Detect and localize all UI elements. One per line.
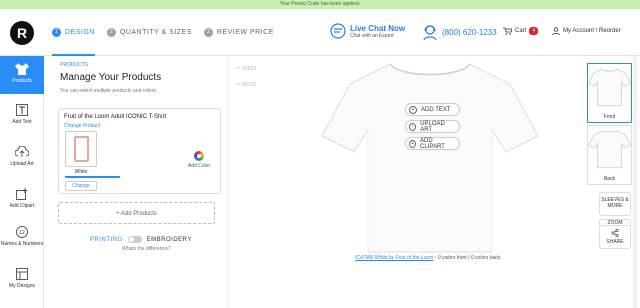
- undo-label: UNDO: [241, 66, 257, 72]
- products-panel: PRODUCTS Manage Your Products You can se…: [52, 56, 228, 308]
- share-button[interactable]: SHARE: [599, 225, 631, 249]
- whats-difference-link[interactable]: Whats the difference?: [122, 246, 171, 252]
- text-icon: [16, 104, 28, 116]
- chat-icon: [330, 23, 346, 39]
- upload-icon: ↑: [409, 122, 417, 131]
- phone-number: (800) 620-1233: [442, 27, 497, 37]
- upload-icon: [15, 146, 29, 157]
- add-color-label: Add Color: [187, 163, 211, 169]
- cart-link[interactable]: Cart 4: [503, 27, 539, 35]
- thumb-label: Back: [603, 176, 616, 182]
- thumb-label: Front: [603, 114, 616, 120]
- panel-title: Manage Your Products: [60, 72, 162, 83]
- tshirt-front-icon: [587, 68, 632, 107]
- step-label: QUANTITY & SIZES: [119, 29, 192, 36]
- live-chat-link[interactable]: Live Chat Now Chat with an Expert: [330, 23, 405, 39]
- product-caption: IC47MR White by Fruit of the Loom - 0 co…: [355, 255, 500, 261]
- step-number: 1: [52, 28, 61, 37]
- left-nav: Products Add Text Upload Art Add Clipart…: [0, 56, 44, 308]
- nav-label: Add Clipart: [9, 203, 35, 209]
- redo-label: REDO: [241, 82, 257, 88]
- promo-banner: Your Promo Code has been applied.: [0, 0, 640, 9]
- thumb-front[interactable]: Front: [587, 63, 632, 123]
- add-clipart-label: ADD CLIPART: [420, 137, 445, 150]
- tshirt-icon: [15, 63, 29, 75]
- color-label: White: [74, 169, 88, 175]
- nav-label: Names & Numbers: [0, 241, 44, 247]
- printing-label[interactable]: PRINTING: [90, 237, 123, 243]
- printing-embroidery-switch[interactable]: [127, 236, 142, 243]
- chat-subtitle: Chat with an Expert: [350, 32, 394, 39]
- nav-names-numbers[interactable]: 12 Names & Numbers: [0, 226, 44, 247]
- add-products-button[interactable]: + Add Products: [58, 202, 215, 224]
- nav-label: Add Text: [12, 119, 32, 125]
- header: R 1 DESIGN 2 QUANTITY & SIZES 3 REVIEW P…: [0, 9, 640, 56]
- step-review-price[interactable]: 3 REVIEW PRICE: [203, 9, 274, 56]
- product-name: Fruit of the Loom Adult ICONIC T-Shirt: [64, 114, 167, 120]
- nav-my-designs[interactable]: My Designs: [0, 268, 44, 289]
- step-number: 3: [203, 28, 213, 37]
- upload-art-label: UPLOAD ART: [420, 120, 445, 133]
- tshirt-back-icon: [587, 130, 632, 169]
- product-card: Fruit of the Loom Adult ICONIC T-Shirt C…: [58, 108, 221, 194]
- headset-icon: [423, 25, 437, 41]
- user-icon: [552, 27, 560, 35]
- designs-icon: [16, 268, 28, 280]
- logo[interactable]: R: [10, 21, 34, 45]
- add-text-label: ADD TEXT: [421, 106, 451, 113]
- thumb-back[interactable]: Back: [587, 125, 632, 185]
- change-color-button[interactable]: Change: [65, 181, 97, 191]
- cart-label: Cart: [515, 28, 527, 34]
- tshirt-preview[interactable]: [320, 56, 540, 256]
- add-clipart-button[interactable]: + ADD CLIPART: [405, 137, 460, 150]
- nav-label: Products: [12, 78, 32, 84]
- redo-button[interactable]: ↷ REDO: [236, 82, 256, 88]
- nav-upload-art[interactable]: Upload Art: [0, 146, 44, 167]
- scrollbar[interactable]: [633, 56, 637, 308]
- share-label: SHARE: [606, 239, 624, 245]
- step-label: REVIEW PRICE: [216, 29, 274, 36]
- numbers-icon: 12: [16, 226, 28, 238]
- decoration-toggle: PRINTING EMBROIDERY: [90, 236, 192, 243]
- add-color-button[interactable]: Add Color: [185, 151, 213, 169]
- phone-link[interactable]: (800) 620-1233: [422, 23, 497, 41]
- color-swatch-white[interactable]: [65, 131, 97, 167]
- panel-subtitle: You can select multiple products and col…: [60, 88, 158, 94]
- undo-button[interactable]: ↶ UNDO: [236, 66, 256, 72]
- panel-tag: PRODUCTS: [60, 62, 89, 68]
- clipart-icon: [16, 188, 28, 200]
- plus-icon: +: [409, 105, 417, 114]
- color-wheel-icon: [194, 151, 204, 161]
- step-number: 2: [106, 28, 116, 37]
- step-quantity-sizes[interactable]: 2 QUANTITY & SIZES: [106, 9, 192, 56]
- svg-text:12: 12: [19, 230, 25, 236]
- nav-add-clipart[interactable]: Add Clipart: [0, 188, 44, 209]
- color-count: - 0 colors front / 0 colors back: [433, 255, 501, 261]
- nav-label: My Designs: [8, 283, 36, 289]
- undo-redo: ↶ UNDO ↷ REDO: [236, 66, 256, 98]
- upload-art-button[interactable]: ↑ UPLOAD ART: [405, 120, 460, 133]
- embroidery-label[interactable]: EMBROIDERY: [147, 237, 192, 243]
- product-link[interactable]: IC47MR White by Fruit of the Loom: [355, 255, 433, 261]
- nav-add-text[interactable]: Add Text: [0, 104, 44, 125]
- clipart-icon: +: [409, 139, 417, 148]
- account-link[interactable]: My Account / Reorder: [552, 27, 621, 35]
- cart-count-badge: 4: [529, 27, 539, 35]
- chat-title: Live Chat Now: [350, 23, 406, 33]
- step-label: DESIGN: [65, 29, 95, 36]
- step-design[interactable]: 1 DESIGN: [52, 9, 95, 56]
- sleeves-more-button[interactable]: SLEEVES & MORE: [599, 192, 631, 216]
- add-text-button[interactable]: + ADD TEXT: [405, 103, 460, 116]
- nav-products[interactable]: Products: [0, 56, 44, 94]
- view-thumbnails: Front Back: [587, 63, 632, 187]
- account-label: My Account / Reorder: [563, 28, 621, 34]
- share-icon: [611, 228, 619, 238]
- change-product-link[interactable]: Change Product: [64, 123, 100, 129]
- cart-icon: [503, 27, 512, 35]
- step-tabs: 1 DESIGN 2 QUANTITY & SIZES 3 REVIEW PRI…: [52, 9, 286, 56]
- nav-label: Upload Art: [10, 161, 34, 167]
- selected-indicator: [65, 176, 120, 178]
- design-actions: + ADD TEXT ↑ UPLOAD ART + ADD CLIPART: [405, 103, 460, 154]
